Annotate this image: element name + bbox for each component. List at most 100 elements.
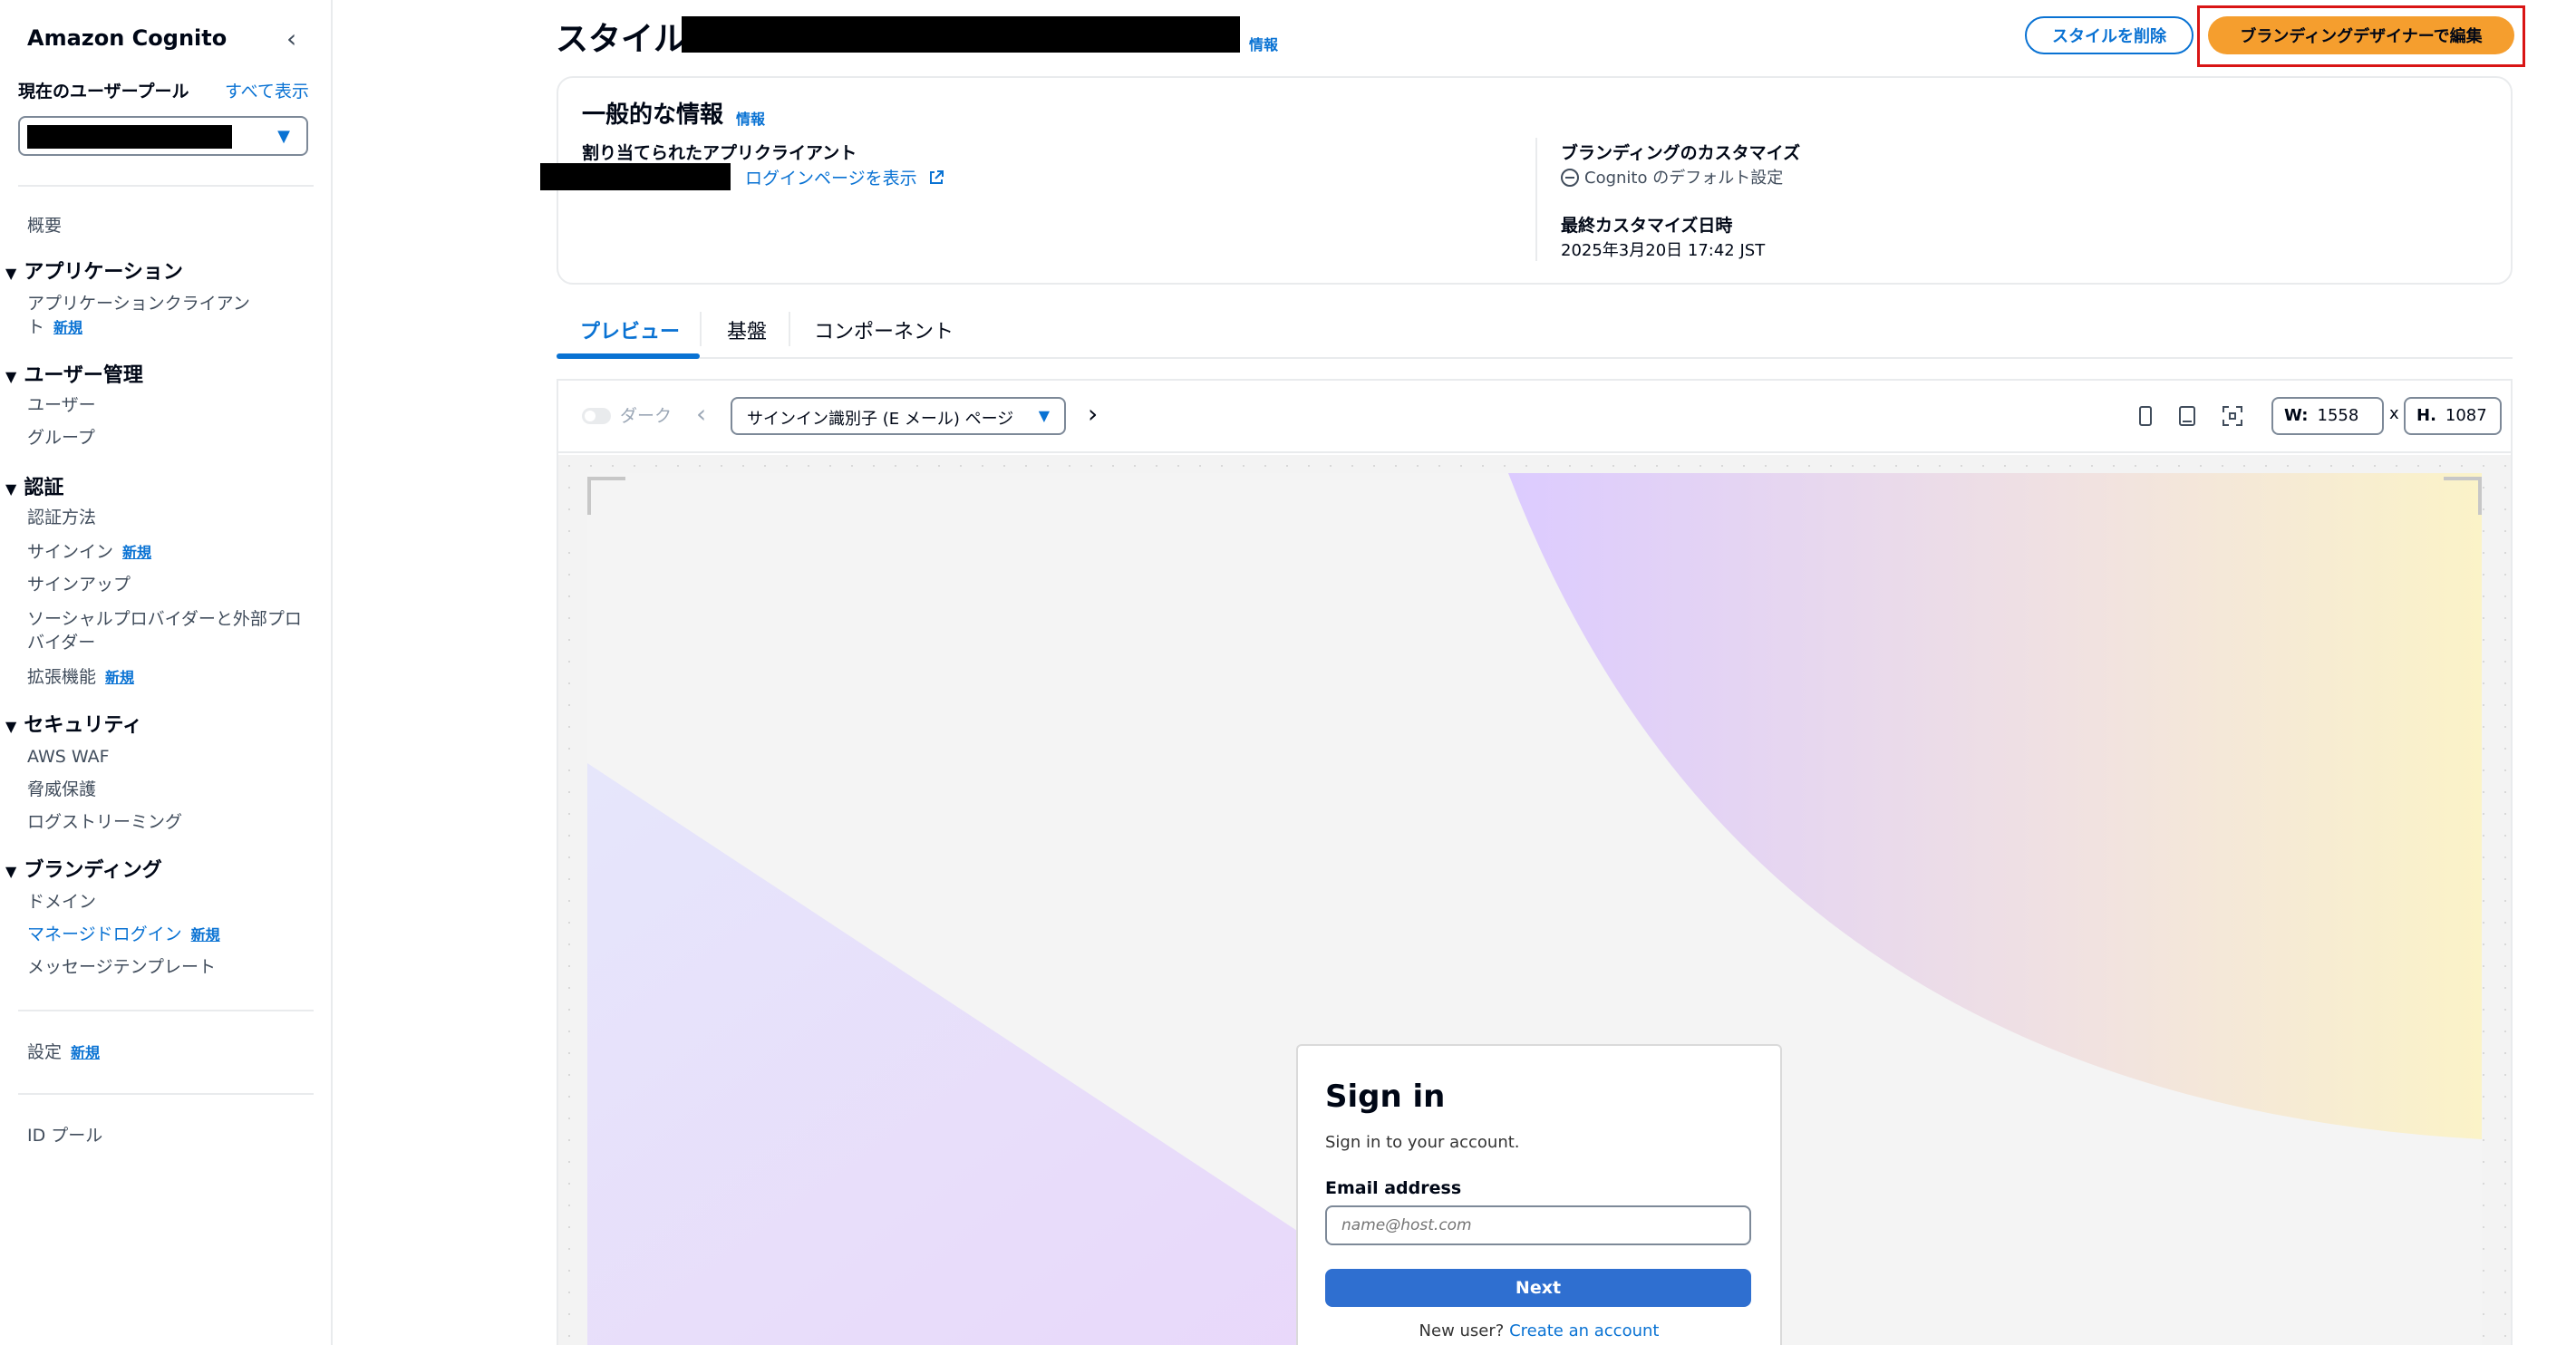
sidebar-item-groups[interactable]: グループ — [27, 426, 95, 450]
sidebar-group-auth[interactable]: ▼ 認証 — [5, 471, 63, 500]
expand-triangle-icon: ▼ — [5, 480, 17, 498]
item-label: アプリケーションクライアン — [27, 294, 250, 314]
tab-bar: プレビュー 基盤 コンポーネント — [557, 305, 2513, 359]
previous-page-icon[interactable]: ‹ — [696, 399, 706, 429]
sidebar-item-log-streaming[interactable]: ログストリーミング — [27, 810, 182, 834]
group-label: セキュリティ — [24, 714, 142, 737]
sidebar-item-identity-pools[interactable]: ID プール — [27, 1124, 102, 1147]
create-account-link[interactable]: Create an account — [1509, 1321, 1659, 1340]
new-badge: 新規 — [71, 1044, 101, 1061]
sidebar-item-social-providers[interactable]: ソーシャルプロバイダーと外部プロ — [27, 607, 302, 631]
new-badge: 新規 — [105, 669, 135, 686]
sidebar-item-threat-protection[interactable]: 脅威保護 — [27, 778, 96, 801]
delete-style-button[interactable]: スタイルを削除 — [2025, 16, 2193, 54]
width-label: W: — [2284, 406, 2309, 425]
email-input[interactable] — [1325, 1205, 1751, 1245]
edit-in-branding-designer-button[interactable]: ブランディングデザイナーで編集 — [2208, 16, 2514, 54]
redacted-style-name — [682, 16, 1240, 53]
frame-corner-marker — [587, 477, 625, 515]
item-label: 設定 — [27, 1042, 63, 1062]
sidebar-item-sign-in[interactable]: サインイン 新規 — [27, 540, 151, 565]
sidebar-item-domain[interactable]: ドメイン — [27, 890, 96, 914]
item-label: サインイン — [27, 542, 114, 562]
sidebar-item-settings[interactable]: 設定 新規 — [27, 1040, 100, 1065]
mobile-view-icon[interactable] — [2139, 406, 2152, 426]
new-user-text: New user? — [1419, 1321, 1505, 1340]
next-page-icon[interactable]: › — [1088, 399, 1098, 429]
sidebar-item-managed-login[interactable]: マネージドログイン 新規 — [27, 923, 220, 947]
branding-customization-value: Cognito のデフォルト設定 — [1561, 165, 1783, 189]
next-button[interactable]: Next — [1325, 1269, 1751, 1307]
sign-in-card: Sign in Sign in to your account. Email a… — [1296, 1044, 1782, 1345]
page-select-value: サインイン識別子 (E メール) ページ — [747, 410, 1014, 429]
info-link[interactable]: 情報 — [736, 107, 765, 129]
caret-down-icon: ▼ — [1038, 407, 1050, 424]
height-input[interactable]: H. 1087 — [2404, 397, 2502, 435]
current-user-pool-label: 現在のユーザープール — [18, 82, 189, 102]
tab-components[interactable]: コンポーネント — [814, 315, 954, 344]
expand-triangle-icon: ▼ — [5, 265, 17, 282]
sidebar-group-applications[interactable]: ▼ アプリケーション — [5, 256, 183, 285]
expand-triangle-icon: ▼ — [5, 863, 17, 880]
sidebar-item-extensions[interactable]: 拡張機能 新規 — [27, 665, 134, 690]
card-title: 一般的な情報 — [582, 102, 724, 129]
sidebar-item-message-templates[interactable]: メッセージテンプレート — [27, 955, 216, 979]
default-status-icon — [1561, 169, 1579, 187]
user-pool-select[interactable]: ▼ — [18, 116, 308, 156]
fit-screen-icon[interactable] — [2223, 406, 2242, 426]
branding-customization-label: ブランディングのカスタマイズ — [1561, 143, 1801, 163]
tab-foundation[interactable]: 基盤 — [727, 315, 767, 344]
column-divider — [1535, 138, 1537, 261]
page-select[interactable]: サインイン識別子 (E メール) ページ ▼ — [731, 397, 1066, 435]
show-all-link[interactable]: すべて表示 — [225, 78, 309, 102]
tab-separator — [789, 312, 790, 346]
last-modified-value: 2025年3月20日 17:42 JST — [1561, 241, 1766, 260]
sidebar-item-aws-waf[interactable]: AWS WAF — [27, 745, 110, 769]
redacted-app-client — [540, 163, 731, 190]
sidebar-item-overview[interactable]: 概要 — [27, 214, 62, 237]
sidebar-item-app-clients[interactable]: アプリケーションクライアン — [27, 292, 250, 315]
info-link[interactable]: 情報 — [1249, 33, 1278, 54]
external-link-icon — [929, 170, 944, 184]
tablet-view-icon[interactable] — [2179, 406, 2195, 426]
collapse-sidebar-icon[interactable]: ‹ — [286, 24, 296, 53]
tab-separator — [700, 312, 702, 346]
sidebar-item-sign-up[interactable]: サインアップ — [27, 573, 131, 596]
preview-toolbar: ダーク ‹ サインイン識別子 (E メール) ページ ▼ › W: 1558 x … — [558, 381, 2511, 453]
sidebar-group-user-management[interactable]: ▼ ユーザー管理 — [5, 359, 143, 388]
preview-panel: ダーク ‹ サインイン識別子 (E メール) ページ ▼ › W: 1558 x … — [557, 379, 2513, 1345]
active-tab-indicator — [557, 353, 700, 359]
sidebar-group-security[interactable]: ▼ セキュリティ — [5, 709, 142, 738]
redacted-user-pool-name — [27, 125, 232, 149]
divider — [18, 1010, 314, 1011]
sidebar-item-auth-methods[interactable]: 認証方法 — [27, 506, 96, 529]
view-login-page-link[interactable]: ログインページを表示 — [745, 165, 944, 189]
sidebar-item-users[interactable]: ユーザー — [27, 393, 96, 417]
divider — [18, 185, 314, 187]
link-label: ログインページを表示 — [745, 169, 917, 189]
width-input[interactable]: W: 1558 — [2271, 397, 2384, 435]
sign-in-title: Sign in — [1325, 1079, 1446, 1115]
divider — [18, 1093, 314, 1095]
dark-mode-label: ダーク — [620, 406, 673, 426]
sidebar-group-branding[interactable]: ▼ ブランディング — [5, 854, 162, 883]
dark-mode-toggle[interactable] — [582, 408, 611, 424]
sidebar: Amazon Cognito ‹ 現在のユーザープール すべて表示 ▼ 概要 ▼… — [0, 0, 333, 1345]
new-badge: 新規 — [122, 544, 152, 561]
preview-canvas: Sign in Sign in to your account. Email a… — [558, 455, 2511, 1345]
group-label: ユーザー管理 — [24, 364, 143, 387]
sidebar-item-social-providers-cont[interactable]: バイダー — [27, 631, 95, 654]
page-title: スタイル: — [556, 21, 700, 58]
sign-in-subtitle: Sign in to your account. — [1325, 1133, 1520, 1152]
frame-corner-marker — [2444, 477, 2482, 515]
height-label: H. — [2416, 406, 2436, 425]
email-label: Email address — [1325, 1178, 1462, 1198]
new-badge: 新規 — [53, 319, 83, 336]
tab-preview[interactable]: プレビュー — [580, 315, 680, 344]
item-label: ト — [27, 317, 45, 337]
assigned-app-client-label: 割り当てられたアプリクライアント — [582, 143, 857, 163]
item-label: マネージドログイン — [27, 924, 182, 944]
group-label: 認証 — [24, 477, 64, 499]
sidebar-item-app-clients-cont[interactable]: ト新規 — [27, 315, 82, 340]
expand-triangle-icon: ▼ — [5, 718, 17, 735]
